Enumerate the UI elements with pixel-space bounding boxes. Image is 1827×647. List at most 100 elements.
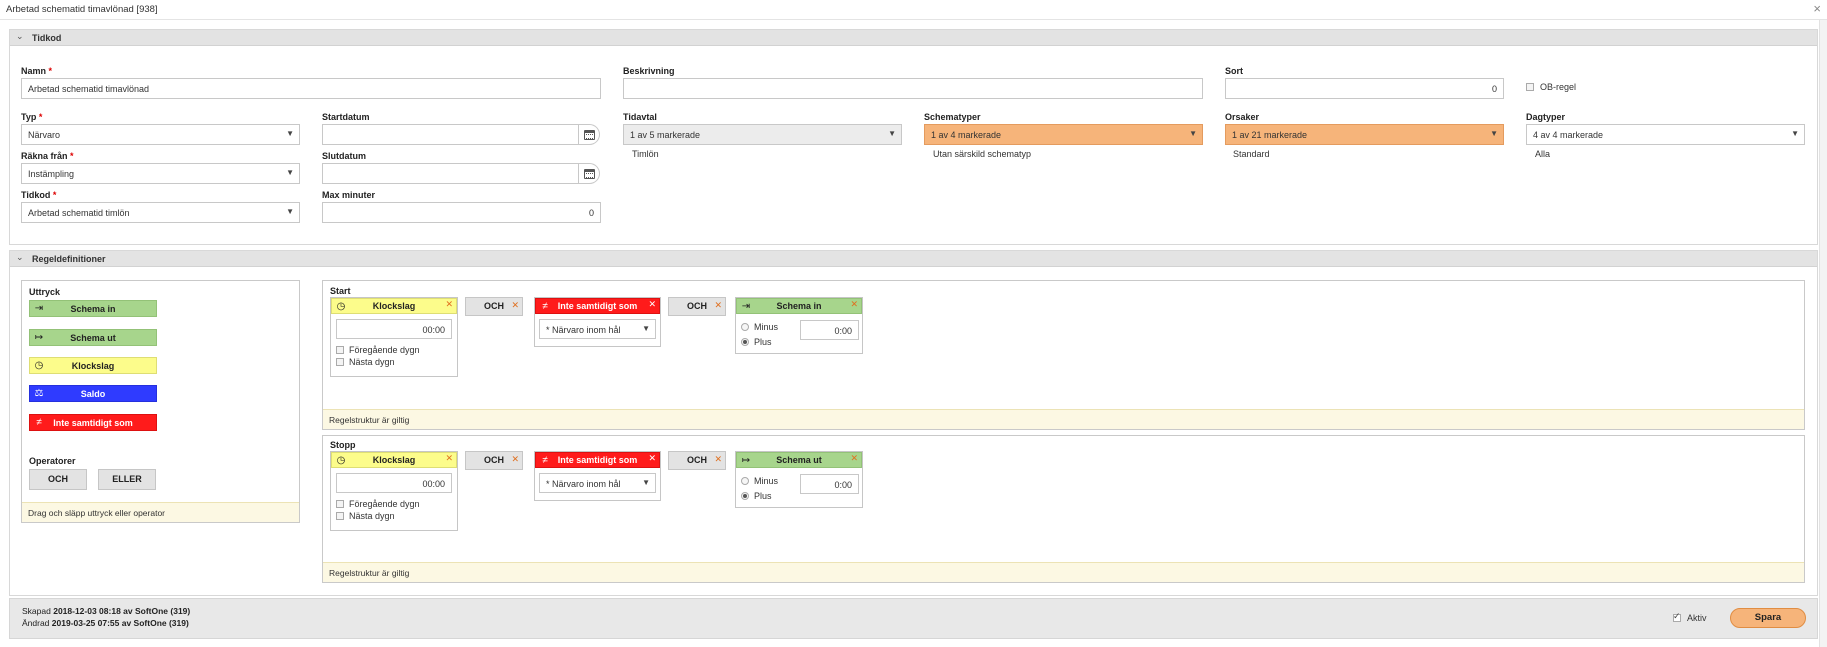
chevron-down-icon[interactable]: ⌄: [16, 31, 24, 42]
tidkod-select[interactable]: Arbetad schematid timlön ▼: [21, 202, 300, 223]
tidkod-section-title: Tidkod: [32, 33, 62, 43]
namn-input[interactable]: Arbetad schematid timavlönad: [21, 78, 601, 99]
close-icon[interactable]: ×: [1813, 1, 1821, 16]
stopp-nasta-row[interactable]: Nästa dygn: [336, 511, 395, 521]
tidavtal-select[interactable]: 1 av 5 markerade ▼: [623, 124, 902, 145]
start-minus-row[interactable]: Minus: [741, 322, 778, 332]
stopp-foregaende-row[interactable]: Föregående dygn: [336, 499, 420, 509]
start-inte-select[interactable]: * Närvaro inom hål ▼: [539, 319, 656, 339]
stopp-op1-och[interactable]: OCH ✕: [465, 451, 523, 470]
remove-icon[interactable]: ✕: [714, 451, 722, 468]
tidavtal-select-value: 1 av 5 markerade: [630, 130, 701, 140]
stopp-foregaende-label: Föregående dygn: [349, 499, 420, 509]
start-foregaende-row[interactable]: Föregående dygn: [336, 345, 420, 355]
calendar-icon: [583, 168, 595, 179]
uttryck-schema-ut[interactable]: ↦ Schema ut: [29, 329, 157, 346]
uttryck-inte-samtidigt-som[interactable]: ≠ Inte samtidigt som: [29, 414, 157, 431]
stopp-klockslag-time-input[interactable]: 00:00: [336, 473, 452, 493]
vertical-scrollbar[interactable]: [1819, 20, 1827, 647]
start-schema-in-widget[interactable]: ⇥ Schema in ✕ Minus Plus 0:00: [735, 297, 863, 354]
start-klockslag-widget[interactable]: ◷ Klockslag ✕ 00:00 Föregående dygn Näst…: [330, 297, 458, 377]
sort-input[interactable]: 0: [1225, 78, 1504, 99]
slutdatum-input[interactable]: [322, 163, 579, 184]
typ-select[interactable]: Närvaro ▼: [21, 124, 300, 145]
beskrivning-input[interactable]: [623, 78, 1203, 99]
dropdown-arrow-icon: ▼: [286, 207, 294, 216]
tidkod-section-header[interactable]: ⌄ Tidkod: [10, 30, 1817, 46]
stopp-inte-widget[interactable]: ≠ Inte samtidigt som ✕ * Närvaro inom hå…: [534, 451, 661, 501]
start-nasta-checkbox[interactable]: [336, 358, 344, 366]
operator-eller-button[interactable]: ELLER: [98, 469, 156, 490]
remove-icon[interactable]: ✕: [511, 451, 519, 468]
stopp-schema-time-input[interactable]: 0:00: [800, 474, 859, 494]
start-nasta-row[interactable]: Nästa dygn: [336, 357, 395, 367]
stopp-plus-row[interactable]: Plus: [741, 491, 772, 501]
remove-icon[interactable]: ✕: [850, 453, 858, 464]
remove-icon[interactable]: ✕: [511, 297, 519, 314]
aktiv-checkbox[interactable]: [1673, 611, 1681, 622]
start-nasta-label: Nästa dygn: [349, 357, 395, 367]
dagtyper-select-value: 4 av 4 markerade: [1533, 130, 1604, 140]
startdatum-label: Startdatum: [322, 112, 370, 122]
stopp-op2-och[interactable]: OCH ✕: [668, 451, 726, 470]
tidkod-label: Tidkod *: [21, 190, 57, 200]
calendar-icon: [583, 129, 595, 140]
start-plus-label: Plus: [754, 337, 772, 347]
stopp-plus-radio[interactable]: [741, 492, 749, 500]
remove-icon[interactable]: ✕: [445, 299, 453, 310]
start-op2-och[interactable]: OCH ✕: [668, 297, 726, 316]
uttryck-hint: Drag och släpp uttryck eller operator: [22, 502, 299, 522]
not-equal-icon: ≠: [36, 417, 42, 428]
dagtyper-select[interactable]: 4 av 4 markerade ▼: [1526, 124, 1805, 145]
remove-icon[interactable]: ✕: [850, 299, 858, 310]
max-minuter-input[interactable]: 0: [322, 202, 601, 223]
start-klockslag-time-input[interactable]: 00:00: [336, 319, 452, 339]
stopp-schema-ut-widget[interactable]: ↦ Schema ut ✕ Minus Plus 0:00: [735, 451, 863, 508]
operator-och-button[interactable]: OCH: [29, 469, 87, 490]
start-foregaende-label: Föregående dygn: [349, 345, 420, 355]
stopp-nasta-checkbox[interactable]: [336, 512, 344, 520]
start-inte-widget[interactable]: ≠ Inte samtidigt som ✕ * Närvaro inom hå…: [534, 297, 661, 347]
start-foregaende-checkbox[interactable]: [336, 346, 344, 354]
start-minus-radio[interactable]: [741, 323, 749, 331]
schematyper-selected: Utan särskild schematyp: [933, 149, 1032, 159]
start-plus-row[interactable]: Plus: [741, 337, 772, 347]
tidavtal-selected: Timlön: [632, 149, 659, 159]
slutdatum-calendar-button[interactable]: [579, 163, 600, 184]
stopp-minus-radio[interactable]: [741, 477, 749, 485]
aktiv-checkbox-row[interactable]: Aktiv: [1673, 611, 1707, 623]
uttryck-saldo[interactable]: ⚖ Saldo: [29, 385, 157, 402]
tidkod-select-value: Arbetad schematid timlön: [28, 208, 130, 218]
remove-icon[interactable]: ✕: [445, 453, 453, 464]
orsaker-selected: Standard: [1233, 149, 1270, 159]
inte-header: ≠ Inte samtidigt som ✕: [535, 452, 660, 468]
remove-icon[interactable]: ✕: [648, 453, 656, 464]
sign-in-icon: ⇥: [34, 303, 44, 314]
uttryck-klockslag[interactable]: ◷ Klockslag: [29, 357, 157, 374]
remove-icon[interactable]: ✕: [648, 299, 656, 310]
remove-icon[interactable]: ✕: [714, 297, 722, 314]
ob-regel-checkbox-row[interactable]: OB-regel: [1526, 82, 1576, 92]
orsaker-select[interactable]: 1 av 21 markerade ▼: [1225, 124, 1504, 145]
stopp-klockslag-widget[interactable]: ◷ Klockslag ✕ 00:00 Föregående dygn Näst…: [330, 451, 458, 531]
start-schema-time-input[interactable]: 0:00: [800, 320, 859, 340]
stopp-minus-row[interactable]: Minus: [741, 476, 778, 486]
ob-regel-checkbox[interactable]: [1526, 83, 1534, 91]
chevron-down-icon[interactable]: ⌄: [16, 252, 24, 263]
regel-section-header[interactable]: ⌄ Regeldefinitioner: [10, 251, 1817, 267]
spara-button[interactable]: Spara: [1730, 608, 1806, 628]
start-op1-och[interactable]: OCH ✕: [465, 297, 523, 316]
stopp-inte-select[interactable]: * Närvaro inom hål ▼: [539, 473, 656, 493]
schema-in-header: ⇥ Schema in ✕: [736, 298, 862, 314]
schematyper-select[interactable]: 1 av 4 markerade ▼: [924, 124, 1203, 145]
dropdown-arrow-icon: ▼: [642, 324, 650, 333]
dropdown-arrow-icon: ▼: [1490, 129, 1498, 138]
rakna-fran-select[interactable]: Instämpling ▼: [21, 163, 300, 184]
scale-icon: ⚖: [34, 388, 44, 399]
startdatum-input[interactable]: [322, 124, 579, 145]
stopp-panel: Stopp ◷ Klockslag ✕ 00:00 Föregående dyg…: [322, 435, 1805, 583]
start-plus-radio[interactable]: [741, 338, 749, 346]
startdatum-calendar-button[interactable]: [579, 124, 600, 145]
stopp-foregaende-checkbox[interactable]: [336, 500, 344, 508]
uttryck-schema-in[interactable]: ⇥ Schema in: [29, 300, 157, 317]
